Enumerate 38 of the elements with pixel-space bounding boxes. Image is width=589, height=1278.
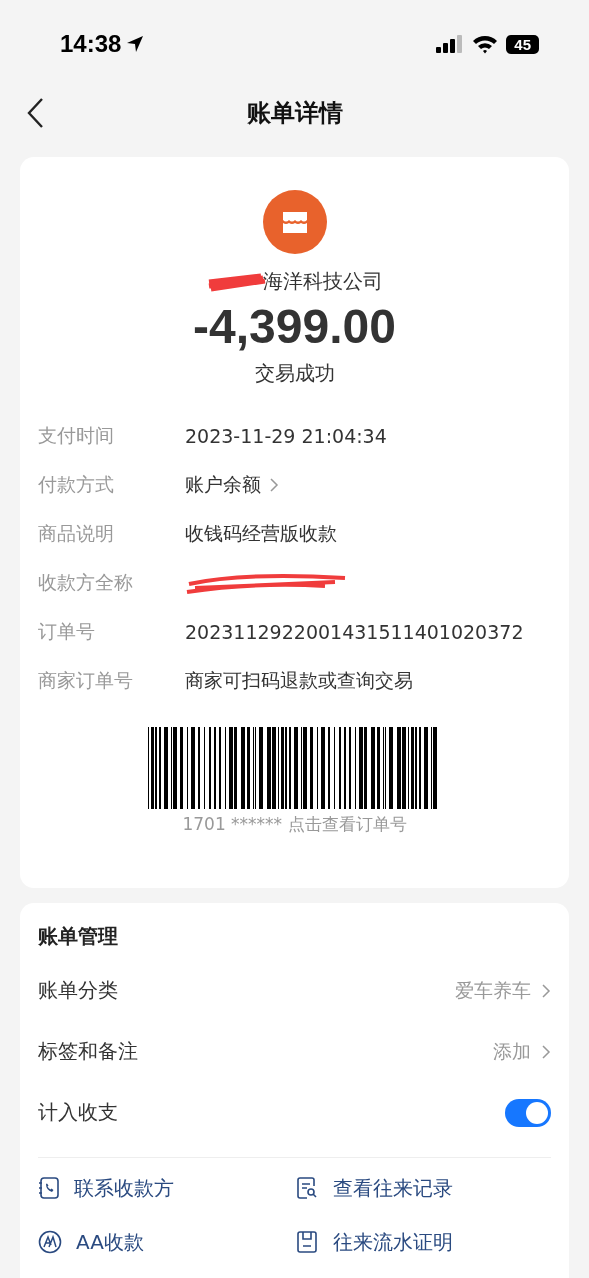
split-bill-icon — [38, 1230, 62, 1254]
chevron-icon — [541, 982, 551, 999]
section-title: 账单管理 — [38, 923, 119, 950]
status-time: 14:38 — [60, 30, 122, 58]
shop-icon — [262, 190, 327, 254]
action-link[interactable]: 联系收款方 — [38, 1174, 295, 1202]
battery-indicator: 45 — [506, 34, 539, 54]
wifi-icon — [472, 34, 499, 54]
action-link[interactable]: 往来流水证明 — [294, 1228, 551, 1256]
phone-icon — [38, 1176, 60, 1200]
detail-label: 收款方全称 — [38, 569, 134, 595]
document-search-icon — [294, 1176, 319, 1200]
back-icon[interactable] — [26, 97, 44, 129]
location-arrow-icon — [125, 34, 146, 54]
detail-value: 2023-11-29 21:04:34 — [185, 424, 387, 447]
merchant-name: 海洋科技公司 — [262, 268, 383, 295]
detail-link[interactable]: 账户余额 — [185, 471, 279, 498]
detail-label: 付款方式 — [38, 471, 115, 497]
detail-value: 收钱码经营版收款 — [185, 520, 337, 546]
detail-value: 商家可扫码退款或查询交易 — [185, 667, 413, 693]
detail-label: 订单号 — [38, 618, 96, 644]
action-link[interactable]: 查看往来记录 — [294, 1174, 551, 1202]
detail-value: 2023112922001431511401020372 — [185, 620, 524, 643]
chevron-icon — [269, 476, 279, 493]
action-link[interactable]: AA收款 — [38, 1228, 295, 1256]
detail-label: 商家订单号 — [38, 667, 134, 693]
signal-icon — [436, 35, 465, 53]
toggle-switch[interactable] — [505, 1098, 551, 1127]
page-title: 账单详情 — [246, 98, 343, 129]
setting-label: 标签和备注 — [38, 1038, 138, 1065]
chevron-icon — [541, 1043, 551, 1060]
amount: -4,399.00 — [193, 299, 396, 354]
setting-label: 账单分类 — [38, 977, 118, 1004]
setting-label: 计入收支 — [38, 1099, 118, 1126]
detail-label: 商品说明 — [38, 520, 115, 546]
detail-label: 支付时间 — [38, 422, 115, 448]
document-icon — [294, 1230, 319, 1254]
transaction-status: 交易成功 — [254, 360, 335, 387]
